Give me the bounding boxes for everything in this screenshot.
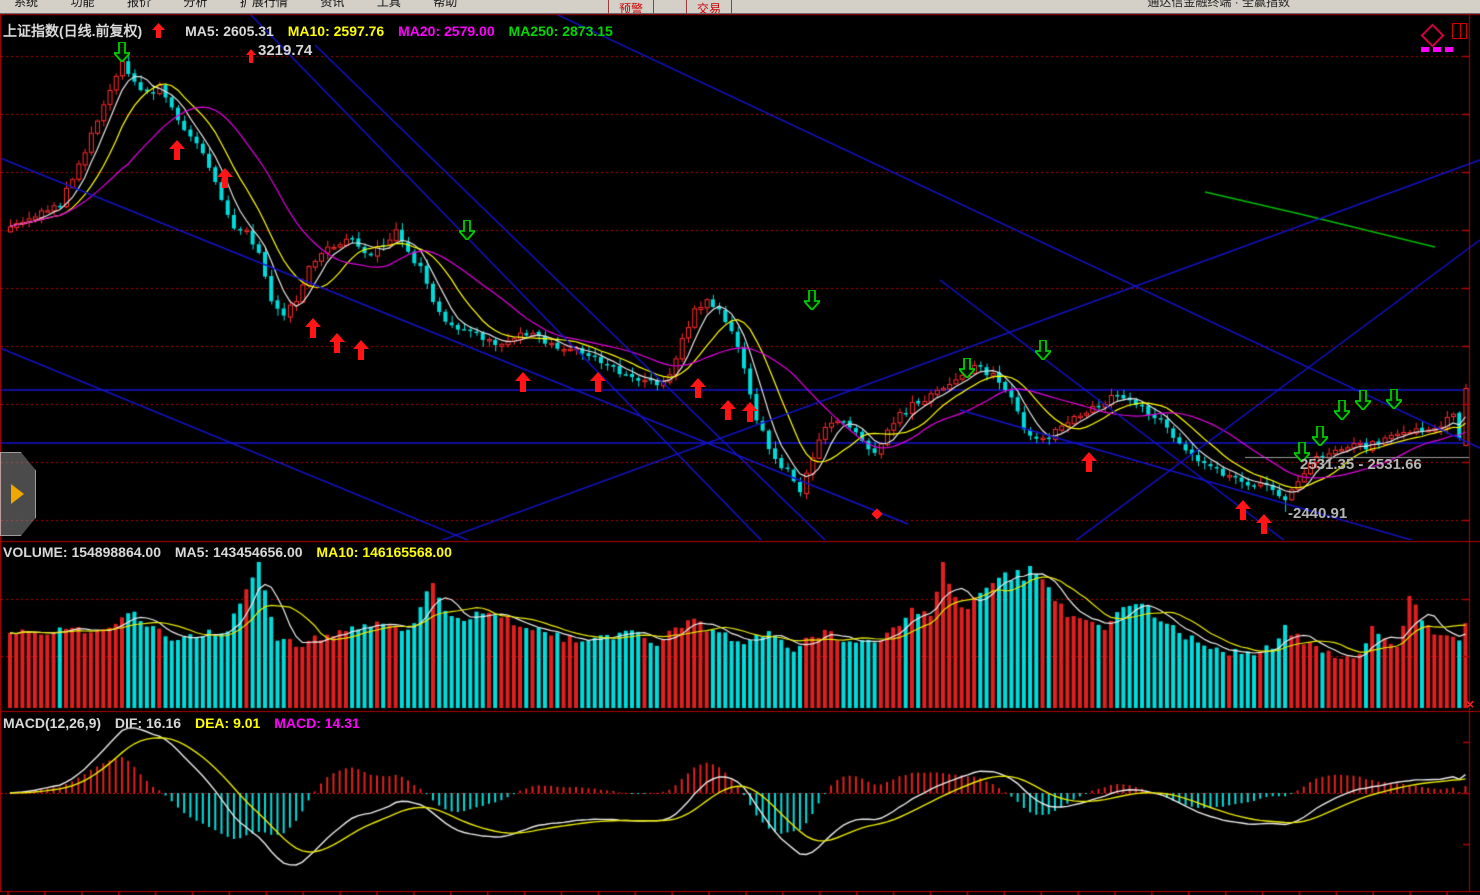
main-pane-header: 上证指数(日线.前复权) MA5: 2605.31 MA10: 2597.76 … — [3, 21, 623, 41]
main-chart-canvas[interactable] — [0, 0, 1480, 895]
symbol-title: 上证指数(日线.前复权) — [3, 23, 142, 39]
ma250-value: MA250: 2873.15 — [509, 23, 613, 39]
menu-item-news[interactable]: 资讯 — [320, 0, 344, 10]
ma20-value: MA20: 2579.00 — [398, 23, 495, 39]
dea-value: DEA: 9.01 — [195, 715, 260, 731]
peak-price-label: 3219.74 — [258, 42, 312, 59]
macd-pane-header: MACD(12,26,9) DIF: 16.16 DEA: 9.01 MACD:… — [3, 715, 370, 731]
more-options-icon[interactable] — [1421, 39, 1457, 57]
trend-up-arrow-icon — [152, 23, 165, 39]
volume-ma5-value: MA5: 143454656.00 — [175, 544, 303, 560]
menu-item-tools[interactable]: 工具 — [377, 0, 401, 10]
expand-arrow-icon — [11, 484, 24, 504]
volume-ma10-value: MA10: 146165568.00 — [316, 544, 451, 560]
menu-item-function[interactable]: 功能 — [70, 0, 94, 10]
menu-item-extended-quotes[interactable]: 扩展行情 — [240, 0, 288, 10]
menu-item-analysis[interactable]: 分析 — [183, 0, 207, 10]
macd-name: MACD(12,26,9) — [3, 715, 101, 731]
restore-window-icon[interactable] — [1452, 23, 1467, 39]
volume-pane-header: VOLUME: 154898864.00 MA5: 143454656.00 M… — [3, 544, 462, 560]
low-price-label: -2440.91 — [1288, 505, 1347, 522]
ma10-value: MA10: 2597.76 — [288, 23, 385, 39]
sidebar-expander-tab[interactable] — [0, 452, 36, 536]
volume-value: VOLUME: 154898864.00 — [3, 544, 161, 560]
dif-value: DIF: 16.16 — [115, 715, 181, 731]
alert-button[interactable]: 预警 — [608, 0, 654, 14]
menu-item-quotes[interactable]: 报价 — [127, 0, 151, 10]
range-price-label: 2531.35 - 2531.66 — [1300, 456, 1422, 473]
macd-close-icon[interactable]: × — [1466, 696, 1474, 712]
menu-right-text: 通达信金融终端 · 全赢指数 — [1147, 0, 1290, 10]
menu-item-system[interactable]: 系统 — [14, 0, 38, 10]
trade-button[interactable]: 交易 — [686, 0, 732, 14]
menu-item-help[interactable]: 帮助 — [433, 0, 457, 10]
menu-bar: 系统 功能 报价 分析 扩展行情 资讯 工具 帮助 预警 交易 通达信金融终端 … — [0, 0, 1480, 14]
ma5-value: MA5: 2605.31 — [185, 23, 274, 39]
macd-value: MACD: 14.31 — [274, 715, 360, 731]
